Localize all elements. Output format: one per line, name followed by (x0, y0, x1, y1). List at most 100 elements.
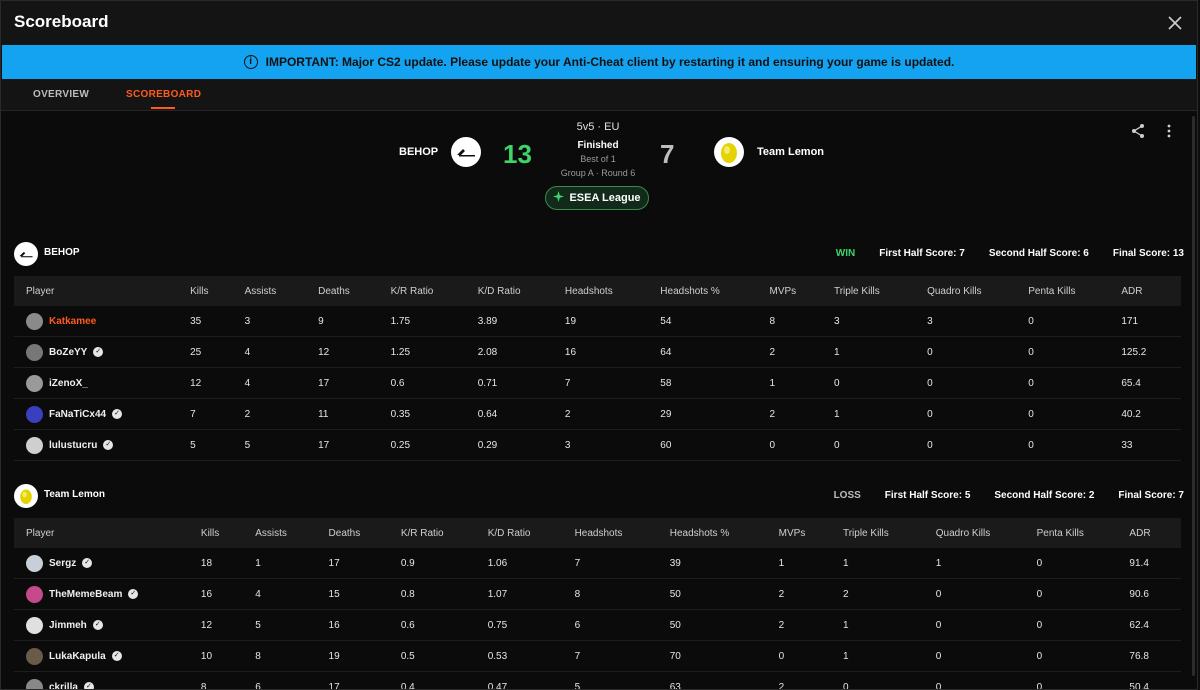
column-header[interactable]: Player (14, 518, 201, 548)
team2-result: LOSS (833, 490, 861, 501)
stat-cell: 35 (190, 306, 245, 337)
table-row[interactable]: Sergz ✓ 18 1 17 0.9 1.06 7 39 1 1 1 0 91.4 (14, 548, 1181, 579)
table-row[interactable]: Jimmeh ✓ 12 5 16 0.6 0.75 6 50 2 1 0 0 62.4 (14, 609, 1181, 641)
avatar[interactable] (26, 647, 43, 665)
column-header[interactable]: Quadro Kills (927, 276, 1029, 306)
column-header[interactable]: Triple Kills (842, 518, 936, 548)
avatar[interactable] (26, 554, 43, 572)
column-header[interactable]: Deaths (328, 518, 401, 548)
tab-overview[interactable]: OVERVIEW (33, 89, 89, 100)
column-header[interactable]: Deaths (318, 276, 391, 306)
player-name[interactable]: ckrilla (49, 682, 78, 690)
column-header[interactable]: Assists (244, 276, 319, 306)
more-options-icon[interactable] (1164, 124, 1174, 143)
scoreboard-content: BEHOP 13 5v5 · EU Finished Best of 1 Gro… (1, 111, 1197, 690)
stat-cell: 0 (935, 609, 1037, 641)
stat-cell: 0.4 (400, 671, 488, 689)
column-header[interactable]: K/D Ratio (487, 518, 575, 548)
avatar[interactable] (26, 436, 43, 454)
team2-final: Final Score: 7 (1118, 490, 1184, 501)
table-row[interactable]: iZenoX_ 12 4 17 0.6 0.71 7 58 1 0 0 0 65.4 (14, 367, 1181, 399)
team1-score: 13 (503, 139, 532, 169)
stat-cell: 18 (200, 548, 256, 579)
table-row[interactable]: FaNaTiCx44 ✓ 7 2 11 0.35 0.64 2 29 2 1 0 0 40.2 (14, 398, 1181, 430)
stat-cell: 1 (935, 548, 1037, 579)
column-header[interactable]: Quadro Kills (935, 518, 1037, 548)
avatar[interactable] (26, 343, 43, 361)
stat-cell: 91.4 (1129, 548, 1181, 579)
avatar[interactable] (26, 678, 43, 689)
column-header[interactable]: Kills (200, 518, 256, 548)
column-header[interactable]: Assists (255, 518, 329, 548)
column-header[interactable]: MVPs (778, 518, 843, 548)
avatar[interactable] (26, 585, 43, 603)
verified-icon: ✓ (83, 682, 94, 689)
stat-cell: 0 (1036, 671, 1130, 689)
column-header[interactable]: Headshots % (669, 518, 779, 548)
column-header[interactable]: Kills (190, 276, 245, 306)
player-name[interactable]: FaNaTiCx44 (49, 409, 106, 420)
stat-cell: 0 (833, 367, 928, 399)
avatar[interactable] (26, 312, 43, 330)
player-name[interactable]: Jimmeh (49, 620, 87, 631)
avatar[interactable] (26, 616, 43, 634)
player-name[interactable]: LukaKapula (49, 651, 106, 662)
column-header[interactable]: ADR (1121, 276, 1181, 306)
player-name[interactable]: BoZeYY (49, 347, 87, 358)
column-header[interactable]: ADR (1129, 518, 1181, 548)
table-row[interactable]: LukaKapula ✓ 10 8 19 0.5 0.53 7 70 0 1 0 0 76.8 (14, 640, 1181, 672)
league-badge[interactable]: ESEA League (545, 186, 649, 210)
stat-cell: 0 (927, 367, 1029, 399)
stat-cell: 40.2 (1121, 398, 1181, 430)
player-name[interactable]: Katkamee (49, 316, 96, 327)
avatar[interactable] (26, 405, 43, 423)
stat-cell: 0 (927, 336, 1029, 368)
column-header[interactable]: Penta Kills (1028, 276, 1122, 306)
column-header[interactable]: Player (14, 276, 191, 306)
table-row[interactable]: ckrilla ✓ 8 6 17 0.4 0.47 5 63 2 0 0 0 50.4 (14, 671, 1181, 690)
stat-cell: 0 (833, 429, 928, 461)
player-cell: Jimmeh ✓ (14, 609, 201, 641)
stat-cell: 12 (200, 609, 256, 641)
stat-cell: 2 (769, 398, 834, 430)
stat-cell: 171 (1121, 306, 1181, 337)
column-header[interactable]: Triple Kills (833, 276, 928, 306)
stat-cell: 4 (244, 367, 319, 399)
verified-icon: ✓ (93, 347, 104, 357)
player-name[interactable]: lulustucru (49, 440, 97, 451)
scrollbar[interactable] (1192, 116, 1195, 676)
stat-cell: 15 (328, 578, 401, 610)
table-row[interactable]: Katkamee 35 3 9 1.75 3.89 19 54 8 3 3 0 171 (14, 306, 1181, 337)
player-cell: ckrilla ✓ (14, 671, 201, 690)
stat-cell: 76.8 (1129, 640, 1181, 672)
column-header[interactable]: K/R Ratio (390, 276, 478, 306)
stat-cell: 0.9 (400, 548, 488, 579)
tab-scoreboard[interactable]: SCOREBOARD (126, 89, 201, 100)
stat-cell: 1 (778, 548, 843, 579)
team2-section-name: Team Lemon (44, 489, 105, 500)
column-header[interactable]: Penta Kills (1036, 518, 1130, 548)
column-header[interactable]: K/R Ratio (400, 518, 488, 548)
stat-cell: 1 (833, 398, 928, 430)
league-icon (553, 191, 565, 205)
column-header[interactable]: MVPs (769, 276, 834, 306)
table-row[interactable]: BoZeYY ✓ 25 4 12 1.25 2.08 16 64 2 1 0 0 125.2 (14, 336, 1181, 368)
player-name[interactable]: iZenoX_ (49, 378, 88, 389)
column-header[interactable]: Headshots % (660, 276, 770, 306)
table-row[interactable]: lulustucru ✓ 5 5 17 0.25 0.29 3 60 0 0 0 0 33 (14, 429, 1181, 461)
stat-cell: 3 (244, 306, 319, 337)
avatar[interactable] (26, 374, 43, 392)
share-icon[interactable] (1130, 123, 1146, 144)
column-header[interactable]: Headshots (574, 518, 670, 548)
column-header[interactable]: K/D Ratio (477, 276, 565, 306)
verified-icon: ✓ (112, 409, 123, 419)
stat-cell: 0.6 (390, 367, 478, 399)
player-name[interactable]: TheMemeBeam (49, 589, 122, 600)
player-name[interactable]: Sergz (49, 558, 76, 569)
match-status: Finished (577, 140, 619, 151)
stat-cell: 1 (842, 609, 936, 641)
column-header[interactable]: Headshots (564, 276, 661, 306)
table-row[interactable]: TheMemeBeam ✓ 16 4 15 0.8 1.07 8 50 2 2 0 0 90.6 (14, 578, 1181, 610)
stat-cell: 0 (1036, 609, 1130, 641)
close-icon[interactable] (1165, 13, 1185, 33)
